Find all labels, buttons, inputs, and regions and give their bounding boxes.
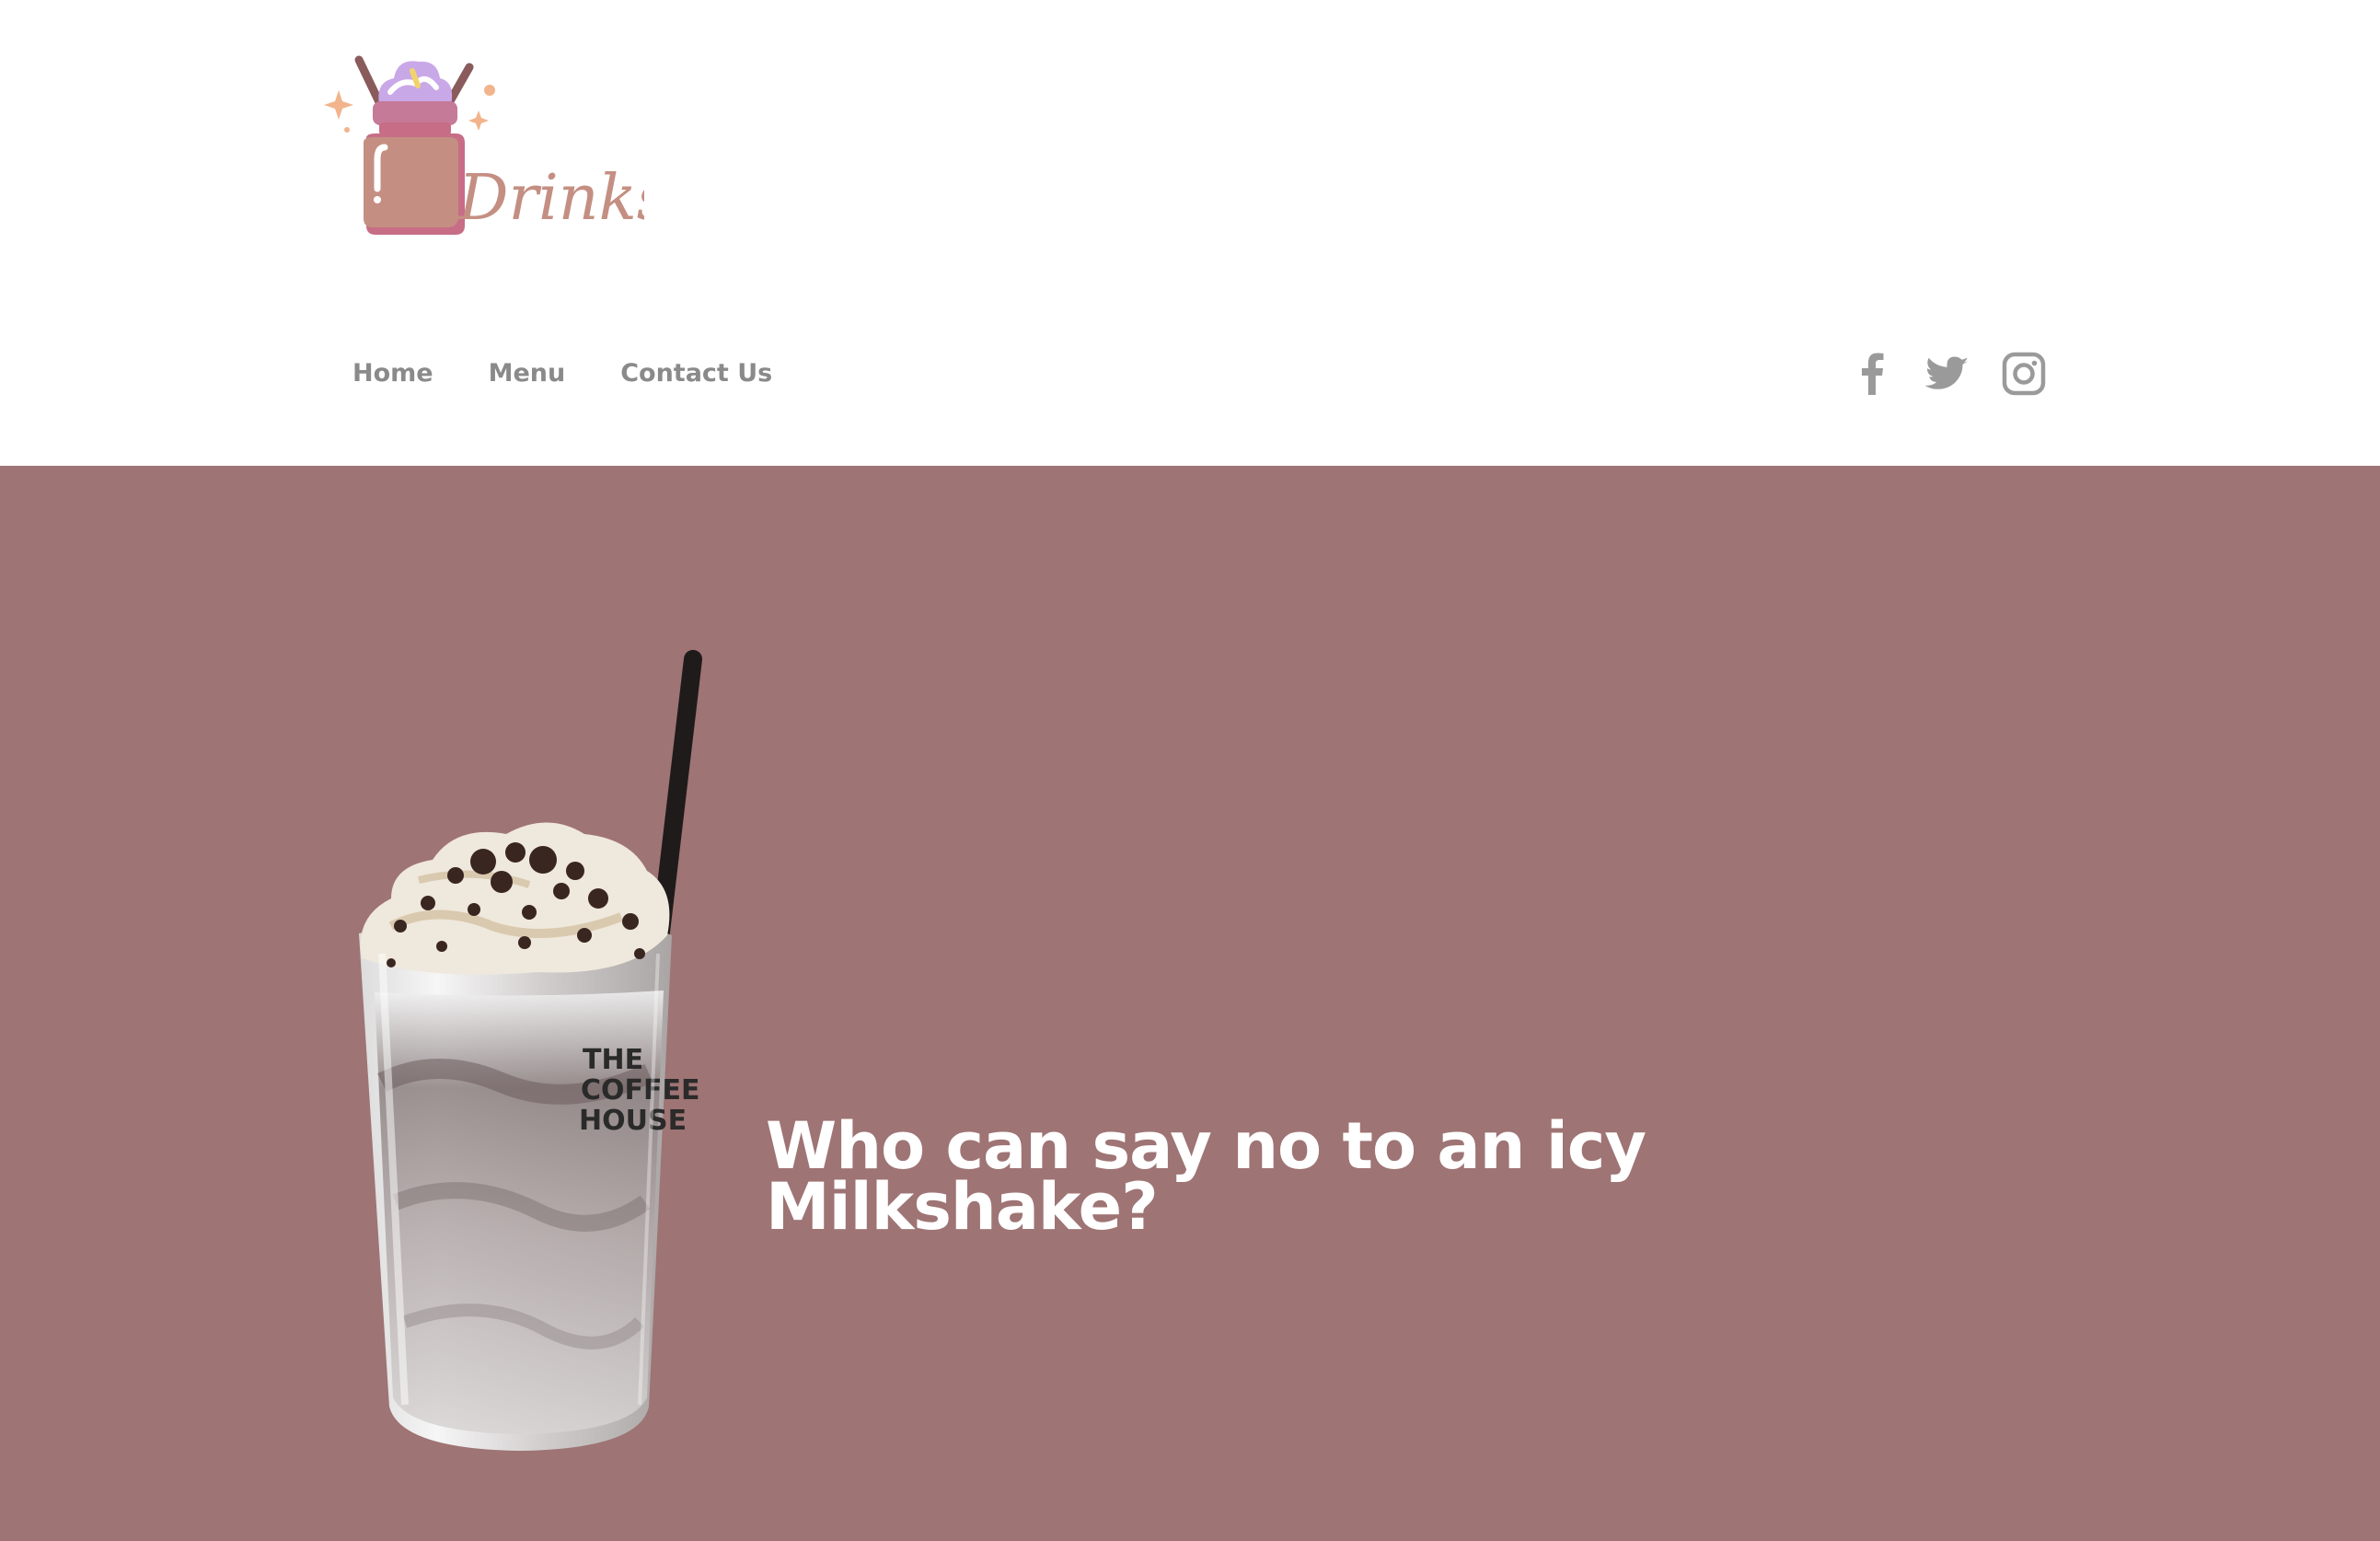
logo-text: Drinks: [456, 162, 644, 235]
nav-home[interactable]: Home: [352, 355, 433, 392]
instagram-link[interactable]: [2001, 351, 2047, 397]
facebook-link[interactable]: [1850, 351, 1896, 397]
site-header: Drinks Home Menu Contact Us: [0, 0, 2380, 466]
milkshake-image: THE COFFEE HOUSE: [354, 650, 722, 1460]
twitter-icon: [1925, 356, 1969, 389]
page: Drinks Home Menu Contact Us: [0, 0, 2380, 1541]
logo-link[interactable]: Drinks: [322, 51, 644, 244]
hero-title: Who can say no to an icy Milkshake?: [766, 1108, 1646, 1245]
facebook-icon: [1862, 353, 1884, 395]
twitter-link[interactable]: [1925, 351, 1971, 397]
drinks-logo: Drinks: [324, 55, 644, 235]
main-nav: Home Menu Contact Us: [352, 355, 772, 392]
nav-menu[interactable]: Menu: [489, 355, 566, 392]
cup-print-line-2: COFFEE: [581, 1074, 700, 1107]
nav-contact-us[interactable]: Contact Us: [620, 355, 772, 392]
instagram-icon: [2002, 352, 2046, 396]
hero-section: THE COFFEE HOUSE Who can say no to an ic…: [0, 466, 2380, 1541]
cup-print-line-3: HOUSE: [579, 1105, 687, 1137]
cup-print-line-1: THE: [583, 1044, 643, 1076]
social-links: [1850, 348, 2047, 400]
